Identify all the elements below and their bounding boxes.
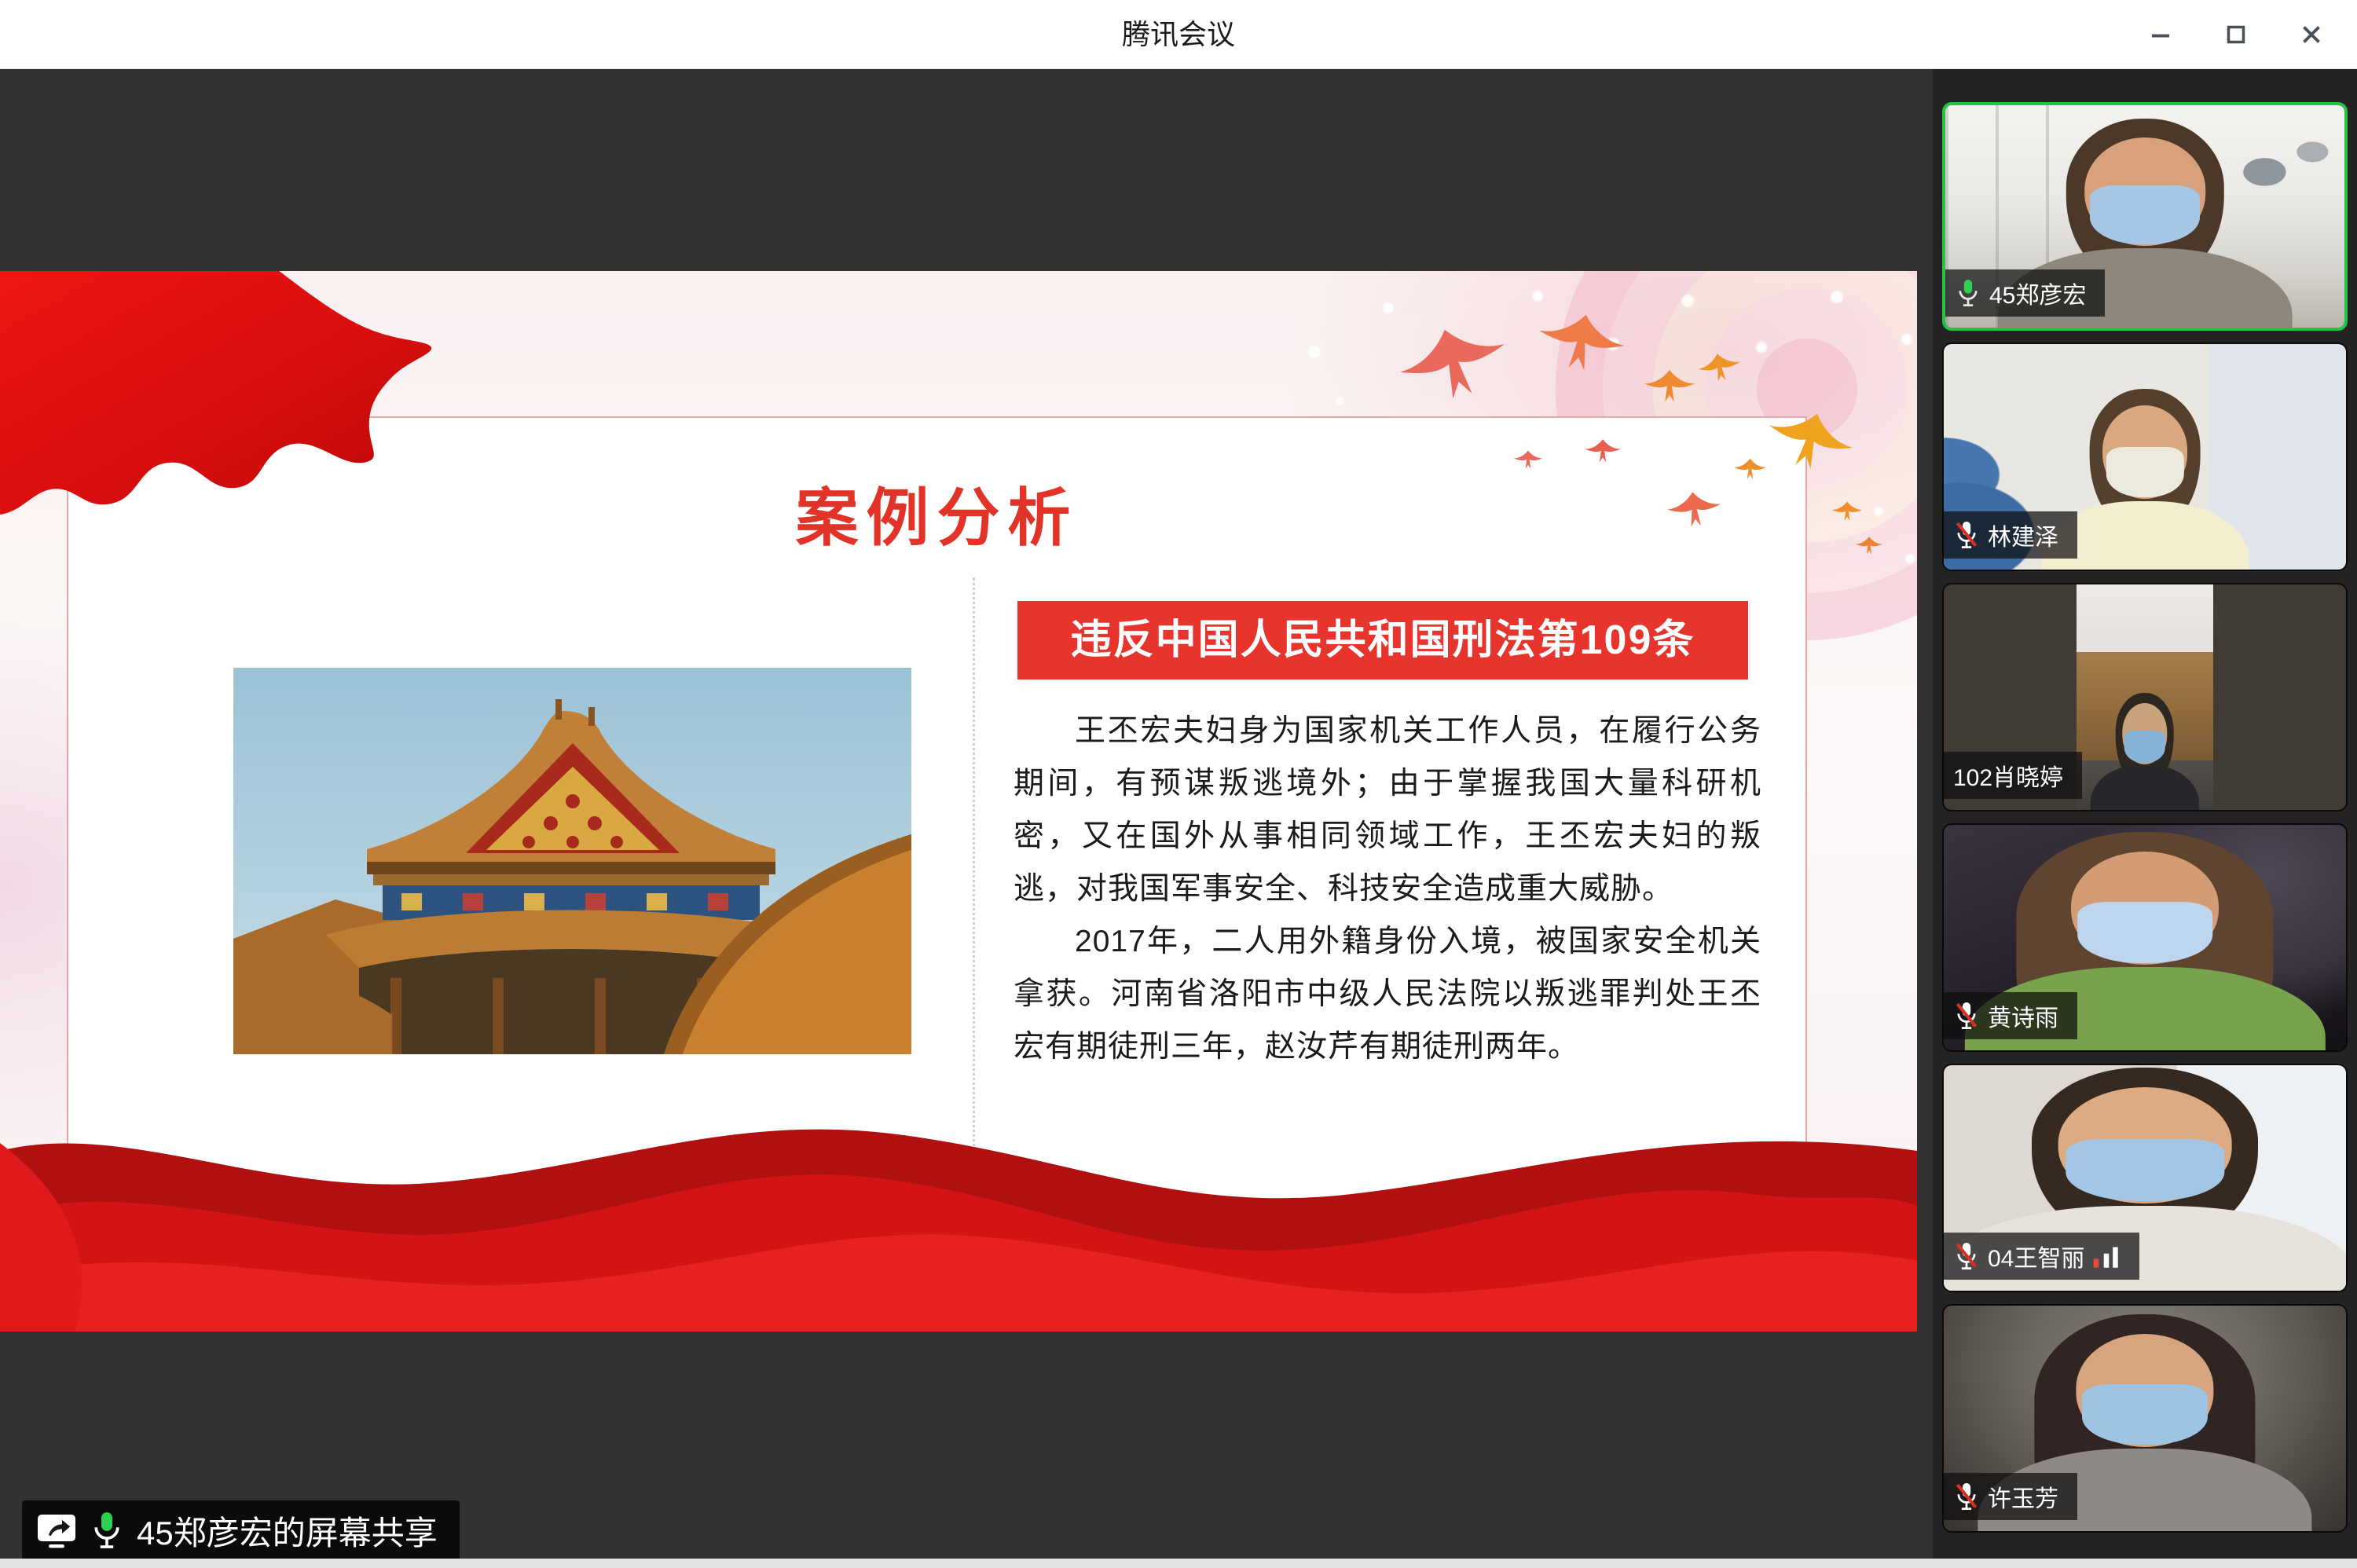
case-paragraph: 王丕宏夫妇身为国家机关工作人员，在履行公务期间，有预谋叛逃境外；由于掌握我国大量… — [1014, 705, 1761, 915]
screen-share-indicator: 45郑彦宏的屏幕共享 — [22, 1500, 460, 1560]
torso — [2091, 765, 2199, 811]
window-title: 腾讯会议 — [0, 0, 2357, 69]
maximize-button[interactable] — [2198, 0, 2274, 69]
shared-screen-stage: 案例分析 — [0, 69, 1933, 1568]
forbidden-city-roofs-photo — [233, 668, 911, 1054]
close-button[interactable] — [2274, 0, 2349, 69]
participant-name-bar: 45郑彦宏 — [1945, 269, 2105, 317]
mic-muted-icon — [1953, 1482, 1980, 1511]
maximize-icon — [2221, 20, 2251, 49]
slide-title: 案例分析 — [67, 467, 1807, 559]
screen-share-icon — [36, 1511, 77, 1549]
mic-muted-icon — [1953, 520, 1980, 550]
participant-tile[interactable]: 黄诗雨 — [1942, 823, 2348, 1052]
window-bottom-edge — [0, 1559, 2357, 1568]
face-mask — [2090, 185, 2201, 244]
participant-name: 许玉芳 — [1988, 1479, 2058, 1514]
participant-tile[interactable]: 林建泽 — [1942, 343, 2348, 571]
minimize-button[interactable] — [2123, 0, 2198, 69]
participant-figure — [2052, 389, 2238, 570]
participant-tile[interactable]: 102肖晓婷 — [1942, 583, 2348, 811]
mic-muted-icon — [1953, 1241, 1980, 1271]
titlebar: 腾讯会议 — [0, 0, 2357, 69]
case-paragraph: 2017年，二人用外籍身份入境，被国家安全机关拿获。河南省洛阳市中级人民法院以叛… — [1014, 915, 1761, 1073]
face-mask — [2066, 1139, 2224, 1202]
participant-tile[interactable]: 许玉芳 — [1942, 1304, 2348, 1533]
law-banner: 违反中国人民共和国刑法第109条 — [1017, 601, 1748, 680]
participant-name-bar: 林建泽 — [1944, 511, 2077, 559]
mic-muted-icon — [1953, 1001, 1980, 1031]
participant-name-bar: 102肖晓婷 — [1944, 752, 2082, 799]
face-mask — [2077, 902, 2212, 963]
participant-figure — [2097, 693, 2194, 810]
presentation-slide: 案例分析 — [0, 271, 1917, 1332]
participant-name-bar: 黄诗雨 — [1944, 992, 2077, 1039]
participant-name-bar: 许玉芳 — [1944, 1473, 2077, 1520]
tencent-meeting-window: 腾讯会议 — [0, 0, 2357, 1568]
mic-on-icon — [90, 1510, 124, 1551]
window-controls — [2123, 0, 2349, 69]
participant-name: 黄诗雨 — [1988, 998, 2058, 1033]
participant-name-bar: 04王智丽 — [1944, 1233, 2139, 1280]
screen-share-label: 45郑彦宏的屏幕共享 — [137, 1507, 438, 1555]
face-mask — [2082, 1384, 2207, 1445]
close-icon — [2297, 20, 2326, 49]
mic-on-icon — [1955, 278, 1981, 308]
participants-sidebar: 45郑彦宏林建泽 102肖晓婷黄诗雨 04王智丽许玉芳 — [1933, 69, 2357, 1568]
red-curtain-decoration — [0, 1096, 1917, 1332]
participant-name: 04王智丽 — [1988, 1239, 2084, 1273]
participant-tile[interactable]: 04王智丽 — [1942, 1064, 2348, 1292]
network-signal-icon — [2092, 1243, 2121, 1269]
face-mask — [2124, 731, 2165, 764]
face-mask — [2106, 447, 2184, 497]
participant-name: 林建泽 — [1988, 518, 2058, 552]
participant-tile[interactable]: 45郑彦宏 — [1942, 102, 2348, 331]
case-analysis-text: 王丕宏夫妇身为国家机关工作人员，在履行公务期间，有预谋叛逃境外；由于掌握我国大量… — [1014, 705, 1761, 1074]
participant-name: 45郑彦宏 — [1989, 276, 2086, 310]
minimize-icon — [2146, 20, 2176, 49]
participant-name: 102肖晓婷 — [1953, 758, 2063, 793]
